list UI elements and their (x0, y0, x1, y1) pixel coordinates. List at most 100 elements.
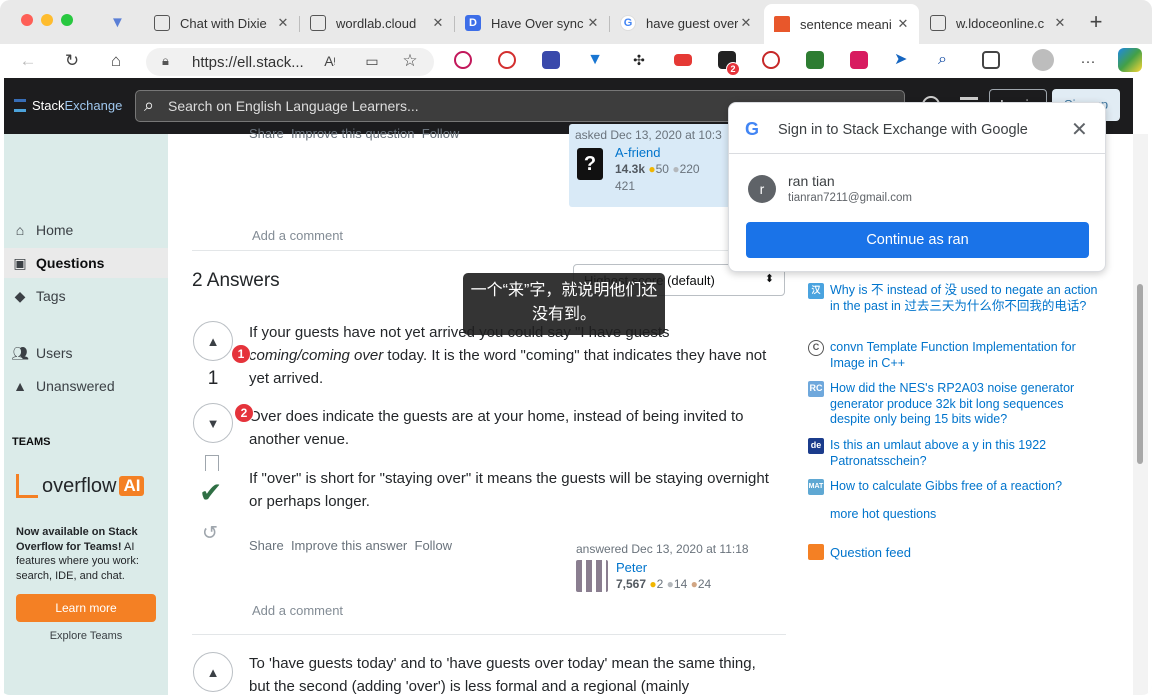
explore-teams-link[interactable]: Explore Teams (16, 630, 156, 642)
read-aloud-icon[interactable]: A͏ᵎ (318, 49, 342, 73)
sidebar-item-home[interactable]: ⌂ Home (12, 215, 74, 245)
back-arrow-icon[interactable]: ← (16, 49, 40, 73)
extension-play-icon[interactable] (454, 51, 472, 69)
add-comment-link[interactable]: Add a comment (252, 228, 343, 243)
question-feed-link[interactable]: Question feed (808, 544, 911, 560)
close-tab-icon[interactable]: ✕ (895, 16, 911, 32)
stackexchange-logo[interactable]: Stack Exchange (14, 98, 122, 113)
downvote-button[interactable]: ▼ (193, 403, 233, 443)
chat-icon (154, 15, 170, 31)
answers-count-heading: 2 Answers (192, 270, 280, 291)
annotation-marker-2: 2 (234, 403, 254, 423)
workspaces-icon[interactable]: ▼ (110, 14, 128, 31)
hot-question-5[interactable]: MAT How to calculate Gibbs free of a rea… (808, 479, 1098, 495)
extension-scatter-icon[interactable]: ✣ (630, 51, 648, 69)
answer-paragraph-3: If "over" is short for "staying over" it… (249, 470, 769, 510)
add-comment-link[interactable]: Add a comment (252, 603, 343, 618)
sidebar-item-questions[interactable]: ▣ Questions (4, 248, 168, 278)
gold-badge-icon: ● (648, 162, 656, 176)
more-menu-icon[interactable]: ··· (1076, 49, 1100, 73)
hot-question-1[interactable]: 汉 Why is 不 instead of 没 used to negate a… (808, 283, 1098, 331)
address-bar[interactable]: 🔒︎ https://ell.stack... (146, 48, 434, 76)
google-logo-icon: G (745, 119, 760, 139)
tab-wordlab[interactable]: wordlab.cloud ✕ (300, 6, 454, 40)
upvote-button[interactable]: ▲ (193, 652, 233, 692)
upvote-button[interactable]: ▲ (193, 321, 233, 361)
annotation-marker-1: 1 (231, 344, 251, 364)
close-tab-icon[interactable]: ✕ (1052, 15, 1068, 31)
close-tab-icon[interactable]: ✕ (585, 15, 601, 31)
more-hot-questions-link[interactable]: more hot questions (830, 507, 936, 521)
profile-avatar[interactable] (1032, 49, 1054, 71)
accepted-checkmark-icon: ✔ (199, 477, 223, 508)
sidebar-item-tags[interactable]: ◆ Tags (12, 281, 66, 311)
main-content: Share Improve this question Follow asked… (168, 124, 790, 695)
copilot-icon[interactable] (1118, 48, 1142, 72)
extension-grid-icon[interactable] (850, 51, 868, 69)
share-link[interactable]: Share (249, 126, 284, 141)
tag-icon: ◆ (14, 287, 26, 304)
close-tab-icon[interactable]: ✕ (738, 15, 754, 31)
extension-hd-icon[interactable] (674, 54, 692, 66)
continue-as-button[interactable]: Continue as ran (746, 222, 1089, 258)
extension-download-icon[interactable] (806, 51, 824, 69)
close-tab-icon[interactable]: ✕ (275, 15, 291, 31)
tab-chat-with-dixie[interactable]: Chat with Dixie ✕ (144, 6, 299, 40)
tab-sentence-meaning[interactable]: sentence meani ✕ (764, 4, 919, 44)
home-icon: ⌂ (15, 222, 25, 238)
history-icon[interactable]: ↺ (202, 522, 218, 545)
extension-record-icon[interactable] (762, 51, 780, 69)
user-avatar[interactable]: ? (577, 148, 603, 180)
extension-pen-icon[interactable] (542, 51, 560, 69)
annotation-tooltip: 一个“来”字，就说明他们还没有到。 (463, 273, 665, 335)
home-icon[interactable]: ⌂ (104, 49, 128, 73)
new-tab-button[interactable]: + (1084, 10, 1108, 34)
google-icon: G (620, 15, 636, 31)
follow-link[interactable]: Follow (415, 538, 453, 553)
asker-card: asked Dec 13, 2020 at 10:3 ? A-friend 14… (569, 124, 754, 207)
reload-icon[interactable]: ↻ (60, 49, 84, 73)
hot-question-4[interactable]: de Is this an umlaut above a y in this 1… (808, 438, 1098, 470)
upvote-arrow-icon: ▲ (206, 333, 220, 349)
upvote-arrow-icon: ▲ (206, 664, 220, 680)
extension-v-icon[interactable]: ▼ (586, 51, 604, 69)
bookmark-icon[interactable] (205, 455, 219, 471)
users-icon: 👥︎ (11, 344, 29, 361)
silver-badge-icon: ● (666, 577, 674, 591)
follow-link[interactable]: Follow (422, 126, 460, 141)
extensions-puzzle-icon[interactable] (982, 51, 1000, 69)
rss-icon (808, 544, 824, 560)
close-window-button[interactable] (21, 14, 33, 26)
improve-question-link[interactable]: Improve this question (291, 126, 415, 141)
close-popup-icon[interactable]: ✕ (1071, 117, 1088, 142)
google-popup-title: Sign in to Stack Exchange with Google (778, 122, 1028, 138)
sidebar-item-unanswered[interactable]: ▲ Unanswered (12, 371, 115, 401)
tab-have-over-sync[interactable]: D Have Over sync ✕ (455, 6, 609, 40)
extension-magnifier-icon[interactable]: ⌕ (938, 51, 956, 69)
asker-name-link[interactable]: A-friend (615, 145, 661, 160)
tab-ldoceonline[interactable]: w.ldoceonline.c ✕ (920, 6, 1076, 40)
extension-search-icon[interactable] (498, 51, 516, 69)
reader-view-icon[interactable]: ▭ (360, 49, 384, 73)
learn-more-button[interactable]: Learn more (16, 594, 156, 622)
user-avatar[interactable] (576, 560, 608, 592)
answerer-name-link[interactable]: Peter (616, 560, 647, 575)
improve-answer-link[interactable]: Improve this answer (291, 538, 407, 553)
share-link[interactable]: Share (249, 538, 284, 553)
close-tab-icon[interactable]: ✕ (430, 15, 446, 31)
asker-reputation: 14.3k ●50 ●220 (615, 162, 700, 176)
minimize-window-button[interactable] (41, 14, 53, 26)
hot-question-2[interactable]: C convn Template Function Implementation… (808, 340, 1098, 372)
asker-bronze-count: 421 (615, 179, 636, 193)
hot-question-3[interactable]: RC How did the NES's RP2A03 noise genera… (808, 381, 1098, 429)
page-scrollbar[interactable] (1133, 134, 1148, 695)
tab-have-guest-over[interactable]: G have guest over ✕ (610, 6, 762, 40)
site-icon: MAT (808, 479, 824, 495)
scrollbar-thumb[interactable] (1137, 284, 1143, 464)
zoom-window-button[interactable] (61, 14, 73, 26)
site-icon: RC (808, 381, 824, 397)
favorite-star-icon[interactable]: ☆ (398, 49, 422, 73)
sidebar-item-users[interactable]: 👥︎ Users (11, 338, 72, 368)
extension-arrow-icon[interactable]: ➤ (894, 51, 912, 69)
answer-score: 1 (207, 368, 219, 389)
